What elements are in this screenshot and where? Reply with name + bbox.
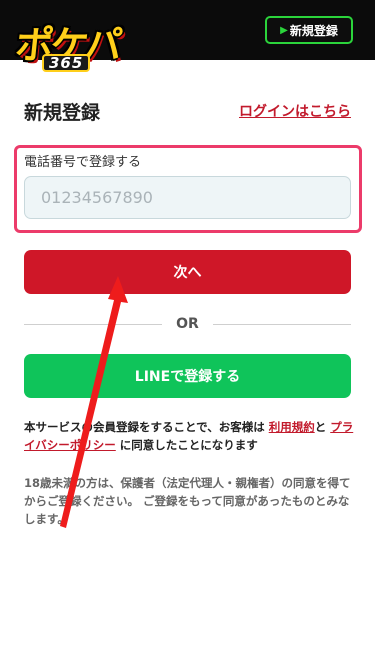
login-link[interactable]: ログインはこちら bbox=[239, 101, 351, 121]
phone-field-label: 電話番号で登録する bbox=[24, 155, 142, 170]
terms-middle: と bbox=[314, 420, 331, 434]
terms-text: 本サービスの会員登録をすることで、お客様は 利用規約と プライバシーポリシー に… bbox=[24, 418, 354, 454]
header-signup-button[interactable]: ▶ 新規登録 bbox=[265, 16, 353, 44]
page-title: 新規登録 bbox=[24, 102, 101, 124]
minor-consent-note: 18歳未満の方は、保護者（法定代理人・親権者）の同意を得てからご登録ください。 … bbox=[24, 476, 351, 526]
terms-of-use-link[interactable]: 利用規約 bbox=[269, 420, 315, 434]
brand-logo[interactable]: ポケパ 365 bbox=[12, 10, 124, 72]
divider-line-left bbox=[24, 323, 163, 325]
terms-prefix: 本サービスの会員登録をすることで、お客様は bbox=[24, 420, 269, 434]
line-signup-button[interactable]: LINEで登録する bbox=[24, 354, 351, 398]
logo-sub-text: 365 bbox=[42, 54, 91, 72]
phone-number-input[interactable] bbox=[24, 176, 351, 219]
terms-suffix: に同意したことになります bbox=[115, 438, 258, 452]
play-triangle-icon: ▶ bbox=[280, 24, 288, 36]
header-signup-label: 新規登録 bbox=[289, 23, 338, 38]
or-label: OR bbox=[176, 316, 199, 332]
next-button[interactable]: 次へ bbox=[24, 250, 351, 294]
or-divider: OR bbox=[24, 314, 351, 334]
divider-line-right bbox=[212, 323, 351, 325]
